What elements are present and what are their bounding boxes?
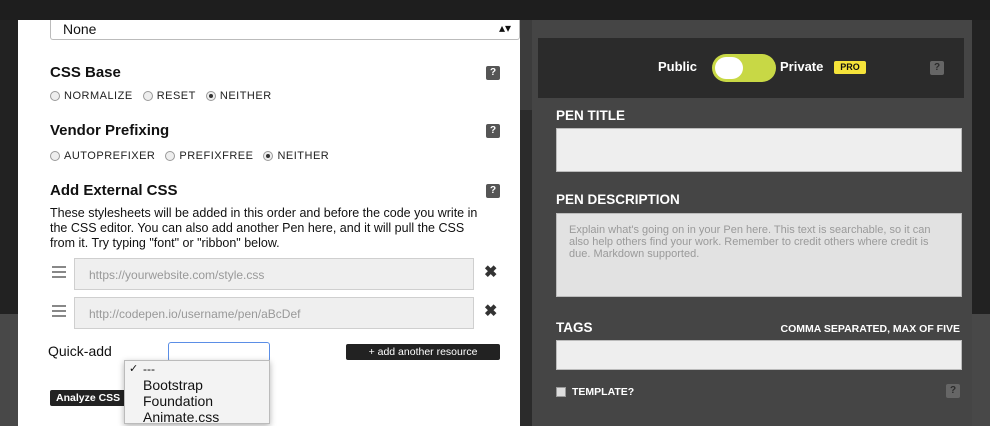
top-bar (0, 0, 990, 20)
quick-add-label: Quick-add (48, 343, 112, 359)
remove-resource-icon[interactable]: ✖ (484, 262, 497, 282)
panel-divider (520, 110, 532, 426)
vendor-option-prefixfree[interactable]: PREFIXFREE (165, 150, 253, 162)
drag-handle-icon[interactable] (52, 305, 66, 317)
quick-add-select[interactable] (168, 342, 270, 362)
quick-add-option[interactable]: Bootstrap (125, 377, 269, 393)
quick-add-option[interactable]: Animate.css (125, 409, 269, 425)
pen-title-input[interactable] (556, 128, 962, 172)
remove-resource-icon[interactable]: ✖ (484, 301, 497, 321)
quick-add-option[interactable]: Foundation (125, 393, 269, 409)
tags-label: TAGS (556, 320, 593, 335)
css-base-option-reset[interactable]: RESET (142, 90, 196, 102)
resource-url-input[interactable]: http://codepen.io/username/pen/aBcDef (74, 297, 474, 329)
resource-url-input[interactable]: https://yourwebsite.com/style.css (74, 258, 474, 290)
toggle-knob (715, 57, 743, 79)
vendor-prefixing-help-icon[interactable]: ? (486, 124, 500, 138)
tags-input[interactable] (556, 340, 962, 370)
radio-checked-icon (263, 151, 274, 161)
vendor-option-neither[interactable]: NEITHER (263, 150, 329, 162)
private-label: Private (780, 59, 824, 74)
pen-title-label: PEN TITLE (556, 108, 626, 123)
radio-icon (142, 91, 153, 101)
radio-icon (50, 91, 60, 101)
select-arrows-icon: ▴▾ (498, 21, 511, 35)
template-label: TEMPLATE? (572, 386, 635, 398)
css-base-title: CSS Base (50, 64, 121, 81)
quick-add-option[interactable]: --- (125, 361, 269, 377)
radio-icon (165, 151, 176, 161)
quick-add-dropdown: --- Bootstrap Foundation Animate.css (124, 360, 270, 425)
template-checkbox-row[interactable]: TEMPLATE? (556, 386, 634, 398)
pen-details-panel: Public Private PRO ? PEN TITLE PEN DESCR… (532, 20, 972, 426)
preprocessor-select-value: None (63, 21, 97, 37)
preprocessor-select[interactable]: None ▴▾ (50, 20, 520, 40)
vendor-option-autoprefixer[interactable]: AUTOPREFIXER (50, 150, 155, 162)
privacy-toggle[interactable] (712, 54, 776, 82)
css-base-help-icon[interactable]: ? (486, 66, 500, 80)
radio-icon (50, 151, 60, 161)
checkbox-icon[interactable] (556, 387, 566, 397)
privacy-toggle-box: Public Private PRO ? (538, 38, 964, 98)
radio-checked-icon (205, 91, 216, 101)
vendor-prefixing-title: Vendor Prefixing (50, 122, 170, 139)
drag-handle-icon[interactable] (52, 266, 66, 278)
external-css-title: Add External CSS (50, 182, 178, 199)
pen-description-textarea[interactable]: Explain what's going on in your Pen here… (556, 213, 962, 297)
public-label: Public (658, 59, 698, 74)
css-base-option-neither[interactable]: NEITHER (205, 90, 272, 102)
css-settings-panel: None ▴▾ CSS Base ? NORMALIZE RESET NEITH… (18, 20, 520, 426)
tags-hint: COMMA SEPARATED, MAX OF FIVE (780, 323, 960, 335)
pro-badge: PRO (834, 61, 866, 74)
external-css-description: These stylesheets will be added in this … (50, 206, 478, 250)
privacy-help-icon[interactable]: ? (930, 61, 944, 75)
css-base-options: NORMALIZE RESET NEITHER (50, 90, 272, 102)
resource-row: https://yourwebsite.com/style.css ✖ (50, 258, 520, 290)
external-css-help-icon[interactable]: ? (486, 184, 500, 198)
vendor-prefixing-options: AUTOPREFIXER PREFIXFREE NEITHER (50, 150, 329, 162)
pen-description-label: PEN DESCRIPTION (556, 192, 680, 207)
template-help-icon[interactable]: ? (946, 384, 960, 398)
resource-row: http://codepen.io/username/pen/aBcDef ✖ (50, 297, 520, 329)
css-base-option-normalize[interactable]: NORMALIZE (50, 90, 133, 102)
add-resource-button[interactable]: + add another resource (346, 344, 500, 360)
